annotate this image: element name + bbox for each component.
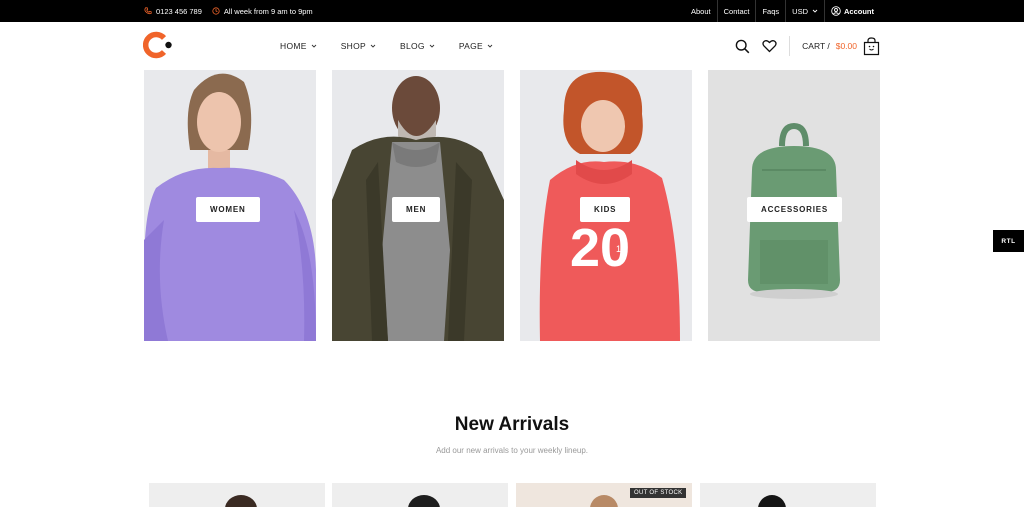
category-card-women[interactable]: WOMEN — [144, 70, 316, 341]
nav-blog[interactable]: BLOG — [400, 41, 435, 51]
product-photo — [225, 495, 257, 507]
top-bar-links: About Contact Faqs USD Account — [685, 0, 880, 22]
chevron-down-icon — [429, 44, 435, 48]
nav-shop[interactable]: SHOP — [341, 41, 376, 51]
store-hours: All week from 9 am to 9pm — [223, 6, 313, 16]
contact-link[interactable]: Contact — [718, 0, 757, 22]
faqs-link[interactable]: Faqs — [756, 0, 787, 22]
heart-icon[interactable] — [762, 39, 777, 53]
category-label-men[interactable]: MEN — [392, 197, 441, 222]
cart-label: CART / — [802, 41, 830, 51]
cart-button[interactable]: CART / $0.00 — [802, 36, 880, 56]
currency-selector[interactable]: USD — [786, 0, 825, 22]
top-bar-contact: 0123 456 789 All week from 9 am to 9pm — [144, 0, 313, 22]
header-divider — [789, 36, 791, 56]
account-link[interactable]: Account — [825, 0, 880, 22]
nav-shop-label: SHOP — [340, 41, 366, 51]
product-card[interactable] — [332, 483, 508, 507]
phone-info: 0123 456 789 — [144, 7, 202, 16]
main-nav: HOME SHOP BLOG PAGE — [280, 22, 493, 70]
nav-page[interactable]: PAGE — [459, 41, 493, 51]
cart-total: $0.00 — [835, 41, 857, 51]
category-card-men[interactable]: MEN — [332, 70, 504, 341]
clock-icon — [212, 7, 220, 15]
product-photo — [758, 495, 786, 507]
category-grid: WOMEN MEN 20 12 KIDS ACCESSORIES — [144, 70, 880, 342]
header-actions: CART / $0.00 — [735, 22, 880, 70]
shopping-bag-icon — [863, 36, 880, 55]
phone-number: 0123 456 789 — [156, 6, 202, 16]
top-bar: 0123 456 789 All week from 9 am to 9pm A… — [0, 0, 1024, 22]
chevron-down-icon — [370, 44, 376, 48]
brand-logo[interactable] — [143, 31, 175, 59]
category-card-accessories[interactable]: ACCESSORIES — [708, 70, 880, 341]
category-label-accessories[interactable]: ACCESSORIES — [747, 197, 843, 222]
product-card[interactable]: OUT OF STOCK — [516, 483, 692, 507]
phone-icon — [144, 7, 152, 15]
nav-home-label: HOME — [280, 41, 307, 51]
category-card-kids[interactable]: 20 12 KIDS — [520, 70, 692, 341]
rtl-toggle-button[interactable]: RTL — [993, 230, 1024, 252]
chevron-down-icon — [311, 44, 317, 48]
svg-text:12: 12 — [616, 244, 626, 254]
product-photo — [408, 495, 440, 507]
new-arrivals-subtitle: Add our new arrivals to your weekly line… — [435, 446, 589, 455]
category-label-kids[interactable]: KIDS — [580, 197, 631, 222]
new-arrivals-title: New Arrivals — [454, 414, 570, 435]
chevron-down-icon — [812, 9, 818, 13]
main-header: HOME SHOP BLOG PAGE CART / $0.00 — [0, 22, 1024, 70]
about-link[interactable]: About — [685, 0, 718, 22]
chevron-down-icon — [487, 44, 493, 48]
category-label-women[interactable]: WOMEN — [196, 197, 260, 222]
hours-info: All week from 9 am to 9pm — [212, 7, 313, 16]
product-card[interactable] — [700, 483, 876, 507]
product-card[interactable] — [149, 483, 325, 507]
out-of-stock-badge: OUT OF STOCK — [630, 488, 687, 498]
user-icon — [831, 6, 841, 16]
nav-home[interactable]: HOME — [280, 41, 317, 51]
nav-blog-label: BLOG — [400, 41, 425, 51]
currency-value: USD — [792, 6, 808, 16]
account-label: Account — [844, 6, 874, 16]
nav-page-label: PAGE — [458, 41, 484, 51]
product-grid: OUT OF STOCK — [149, 483, 885, 507]
search-icon[interactable] — [735, 39, 750, 54]
